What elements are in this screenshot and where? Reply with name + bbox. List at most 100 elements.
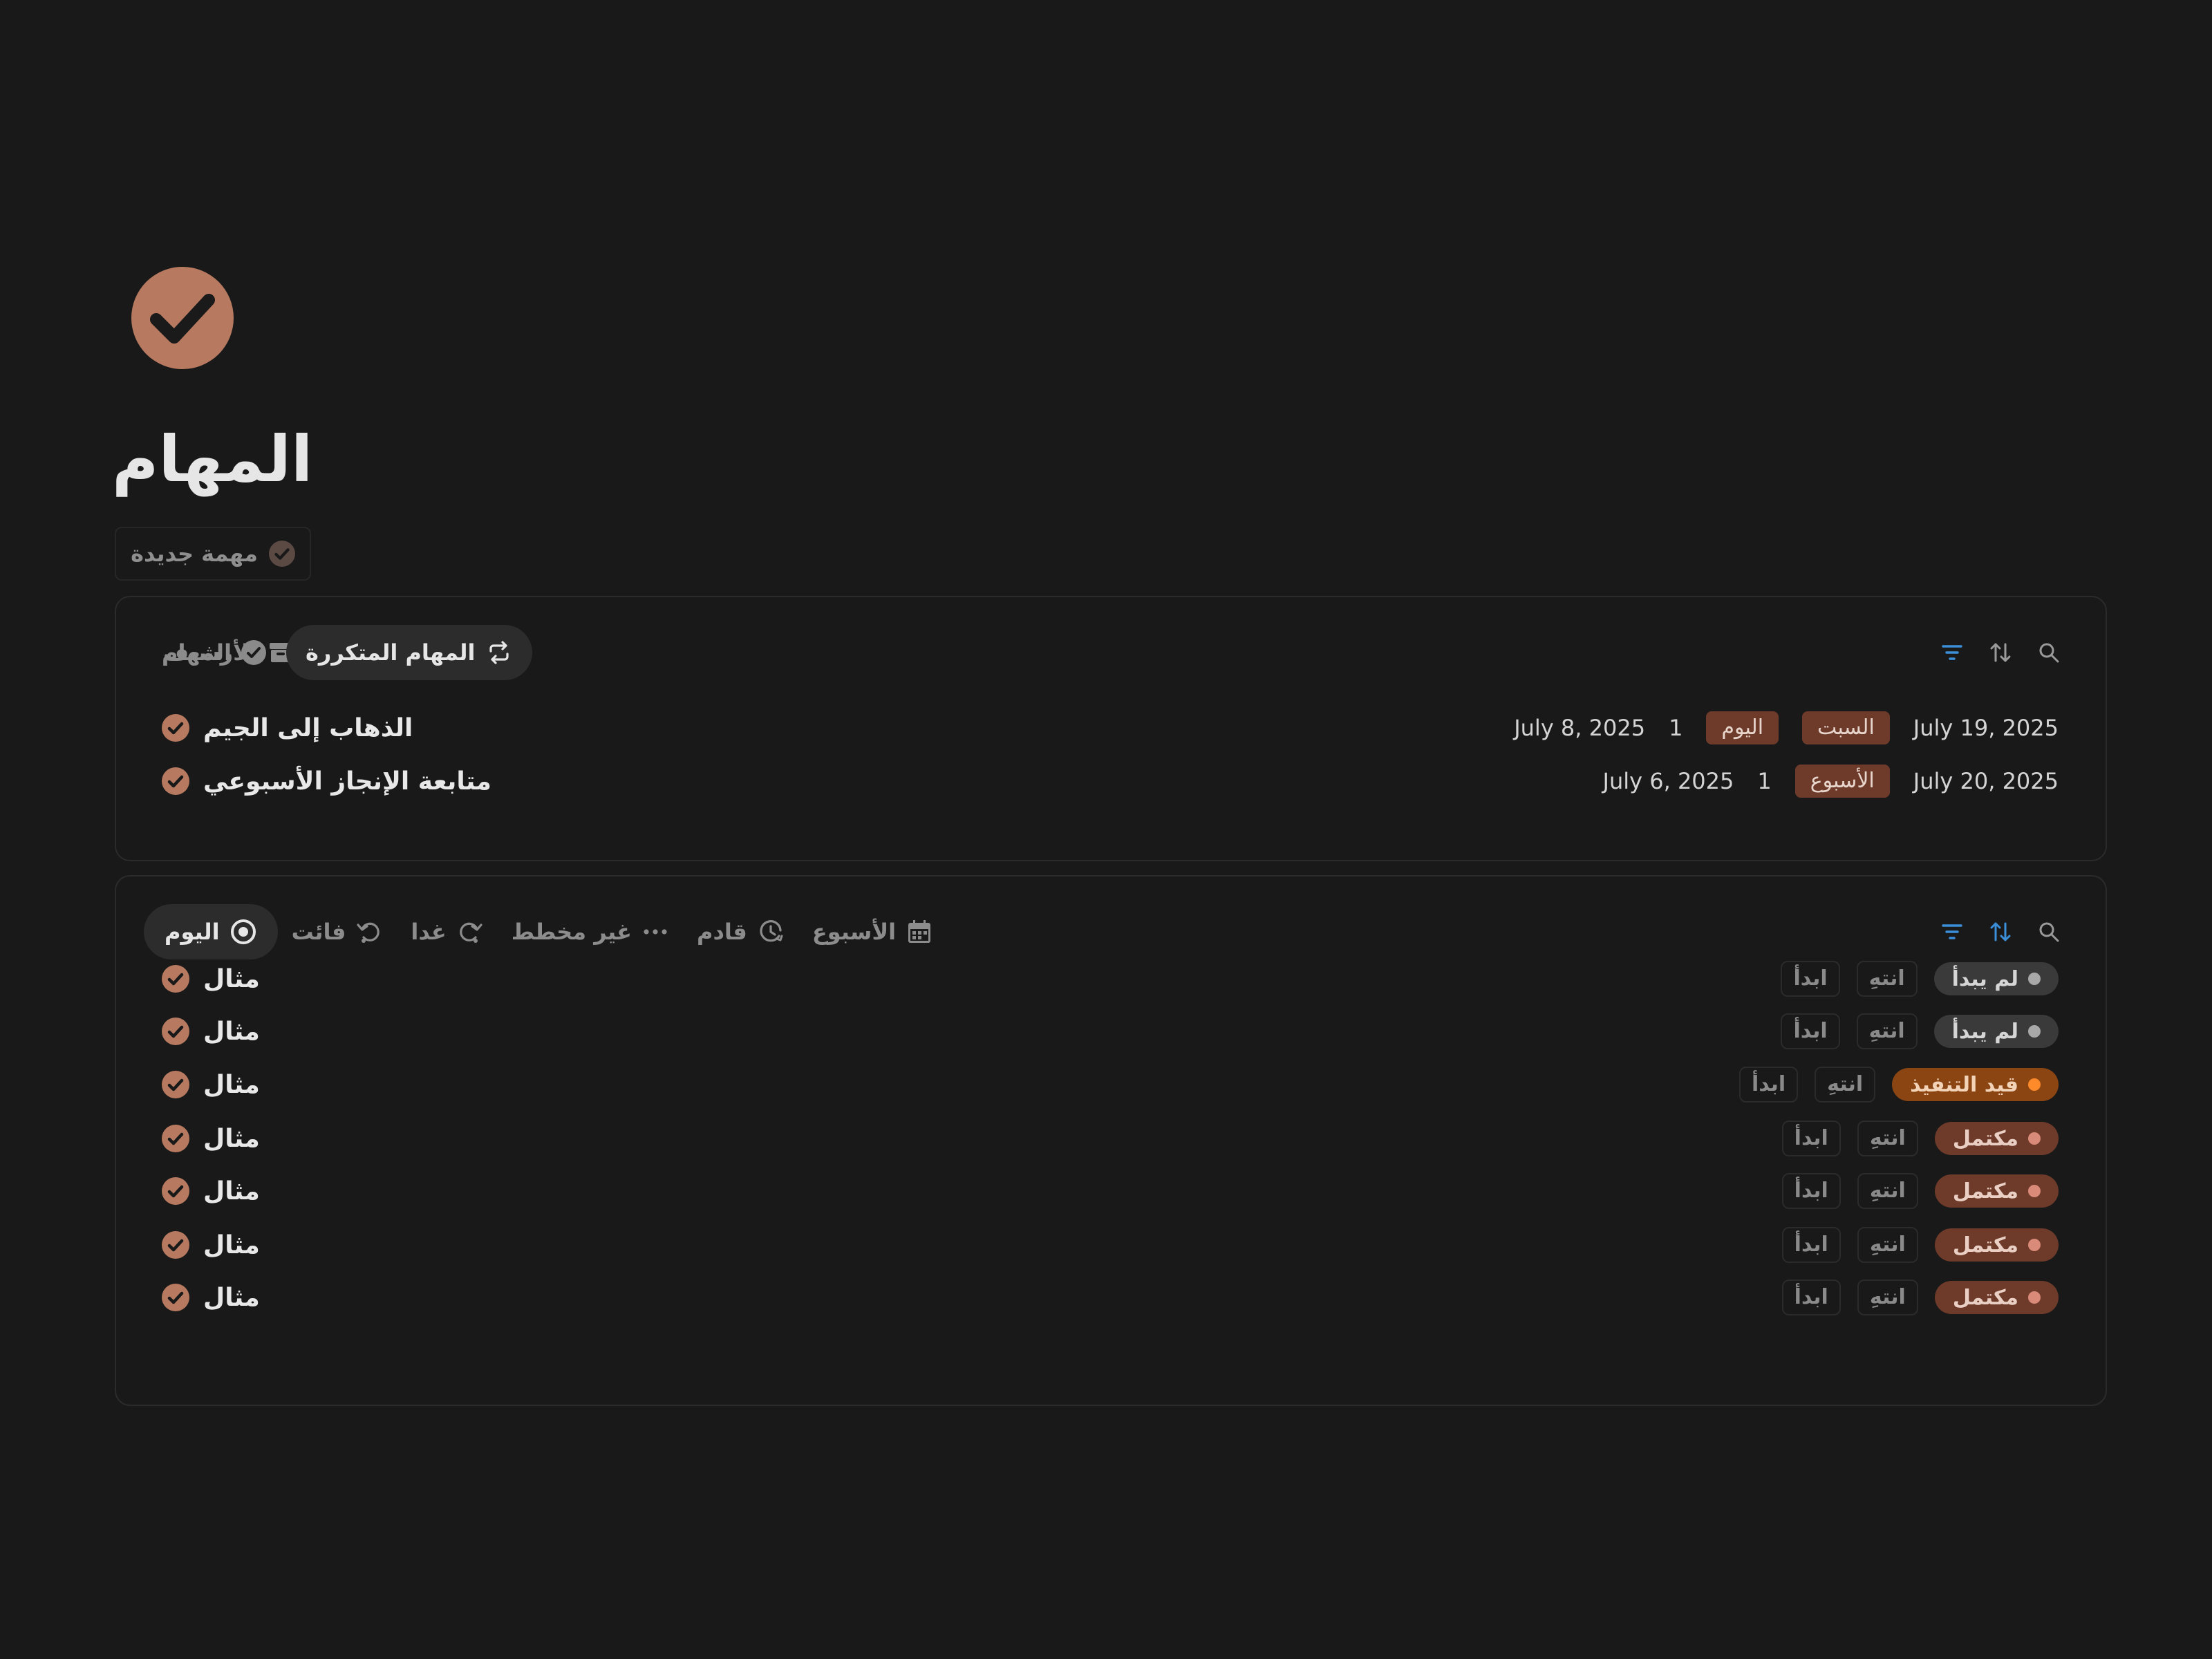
task-title[interactable]: متابعة الإنجاز الأسبوعي [203, 767, 491, 796]
status-label: مكتمل [1952, 1285, 2018, 1310]
status-badge[interactable]: مكتمل [1934, 1281, 2059, 1314]
status-dot [2028, 1239, 2041, 1251]
task-title[interactable]: مثال [203, 1231, 260, 1259]
tab-overdue[interactable]: فائت [278, 904, 397, 959]
tab-week[interactable]: الأسبوع [798, 904, 947, 959]
status-badge[interactable]: مكتمل [1934, 1122, 2059, 1155]
tab-upcoming[interactable]: قادم [683, 904, 798, 959]
start-button[interactable]: ابدأ [1781, 1121, 1841, 1156]
finish-button[interactable]: انتهِ [1857, 1121, 1918, 1156]
status-badge[interactable]: لم يبدأ [1933, 1015, 2059, 1048]
status-label: لم يبدأ [1951, 1019, 2018, 1044]
count: 1 [1669, 715, 1683, 741]
tab-tomorrow-label: غدا [411, 919, 447, 945]
start-button[interactable]: ابدأ [1781, 1173, 1841, 1209]
tab-unplanned[interactable]: غير مخطط [498, 904, 683, 959]
tab-tasks[interactable]: المهام [116, 625, 285, 680]
check-circle-icon [162, 1018, 189, 1045]
undo-icon [357, 922, 380, 943]
tab-overdue-label: فائت [291, 919, 346, 945]
filter-icon[interactable] [1940, 919, 1965, 944]
task-title[interactable]: الذهاب إلى الجيم [203, 714, 413, 742]
tab-today-label: اليوم [165, 919, 220, 945]
tab-recurring-tasks[interactable]: المهام المتكررة [286, 625, 532, 680]
table-row[interactable]: مثال ابدأ انتهِ لم يبدأ [116, 1007, 2106, 1056]
table-row[interactable]: الذهاب إلى الجيم July 8, 2025 1 اليوم ال… [116, 704, 2106, 752]
check-circle-icon [268, 541, 295, 567]
tab-week-label: الأسبوع [812, 919, 897, 945]
day-tag: السبت [1802, 711, 1890, 744]
task-title[interactable]: مثال [203, 1177, 260, 1206]
new-task-button[interactable]: مهمة جديدة [115, 527, 311, 581]
period-tag: الأسبوع [1794, 765, 1890, 798]
recurring-tasks-panel: الأرشيف المهام المتكررة المهام الذهاب إل… [115, 596, 2107, 861]
tab-tomorrow[interactable]: غدا [397, 904, 497, 959]
tab-recurring-label: المهام المتكررة [306, 639, 476, 666]
target-icon [230, 919, 256, 944]
start-button[interactable]: ابدأ [1781, 1013, 1840, 1049]
status-label: قيد التنفيذ [1910, 1072, 2018, 1097]
finish-button[interactable]: انتهِ [1815, 1067, 1876, 1103]
table-row[interactable]: مثال ابدأ انتهِ مكتمل [116, 1114, 2106, 1163]
check-circle-icon [162, 1177, 189, 1205]
table-row[interactable]: مثال ابدأ انتهِ مكتمل [116, 1221, 2106, 1269]
sort-icon[interactable] [1988, 640, 2013, 665]
sort-icon[interactable] [1988, 919, 2013, 944]
check-circle-icon [162, 1071, 189, 1098]
task-title[interactable]: مثال [203, 1284, 260, 1312]
task-title[interactable]: مثال [203, 1018, 260, 1046]
status-badge[interactable]: مكتمل [1934, 1228, 2059, 1262]
filter-icon[interactable] [1940, 640, 1965, 665]
search-icon[interactable] [2036, 640, 2061, 665]
tab-today[interactable]: اليوم [144, 904, 278, 959]
start-button[interactable]: ابدأ [1781, 961, 1840, 997]
next-date: July 19, 2025 [1913, 715, 2059, 741]
page-title: المهام [112, 422, 313, 496]
table-row[interactable]: مثال ابدأ انتهِ مكتمل [116, 1167, 2106, 1215]
new-task-label: مهمة جديدة [131, 541, 258, 567]
period-tag: اليوم [1706, 711, 1779, 744]
status-dot [2028, 1025, 2041, 1038]
table-row[interactable]: مثال ابدأ انتهِ قيد التنفيذ [116, 1060, 2106, 1109]
finish-button[interactable]: انتهِ [1857, 1280, 1918, 1315]
status-label: مكتمل [1952, 1232, 2018, 1257]
status-label: مكتمل [1952, 1126, 2018, 1151]
check-circle-icon [241, 640, 267, 665]
status-badge[interactable]: مكتمل [1934, 1174, 2059, 1208]
tab-upcoming-label: قادم [697, 919, 747, 945]
more-icon [644, 929, 667, 935]
clock-arrow-icon [760, 920, 783, 942]
finish-button[interactable]: انتهِ [1857, 1227, 1918, 1263]
status-badge[interactable]: قيد التنفيذ [1892, 1068, 2059, 1101]
redo-icon [459, 922, 482, 943]
start-button[interactable]: ابدأ [1781, 1227, 1841, 1263]
status-dot [2028, 1185, 2041, 1197]
finish-button[interactable]: انتهِ [1857, 1173, 1918, 1209]
finish-button[interactable]: انتهِ [1856, 961, 1918, 997]
start-button[interactable]: ابدأ [1738, 1067, 1799, 1103]
status-badge[interactable]: لم يبدأ [1933, 962, 2059, 995]
check-circle-icon [162, 965, 189, 993]
status-dot [2028, 1132, 2041, 1145]
search-icon[interactable] [2036, 919, 2061, 944]
tab-tasks-label: المهام [162, 639, 232, 666]
check-circle-icon [162, 1231, 189, 1259]
table-row[interactable]: مثال ابدأ انتهِ مكتمل [116, 1273, 2106, 1322]
calendar-icon [908, 920, 931, 943]
next-date: July 20, 2025 [1913, 768, 2059, 794]
table-row[interactable]: مثال ابدأ انتهِ لم يبدأ [116, 955, 2106, 1003]
start-button[interactable]: ابدأ [1781, 1280, 1841, 1315]
task-title[interactable]: مثال [203, 1071, 260, 1099]
status-dot [2028, 1291, 2041, 1304]
task-title[interactable]: مثال [203, 1125, 260, 1153]
check-circle-icon [162, 714, 189, 742]
finish-button[interactable]: انتهِ [1856, 1013, 1918, 1049]
daily-tasks-panel: اليوم فائت غدا غير مخطط قادم الأسبوع مثا… [115, 875, 2107, 1406]
last-date: July 8, 2025 [1514, 715, 1646, 741]
page-check-icon [131, 267, 234, 369]
count: 1 [1757, 768, 1772, 794]
table-row[interactable]: متابعة الإنجاز الأسبوعي July 6, 2025 1 ا… [116, 757, 2106, 805]
check-circle-icon [162, 1125, 189, 1152]
repeat-icon [489, 641, 509, 664]
task-title[interactable]: مثال [203, 965, 260, 993]
